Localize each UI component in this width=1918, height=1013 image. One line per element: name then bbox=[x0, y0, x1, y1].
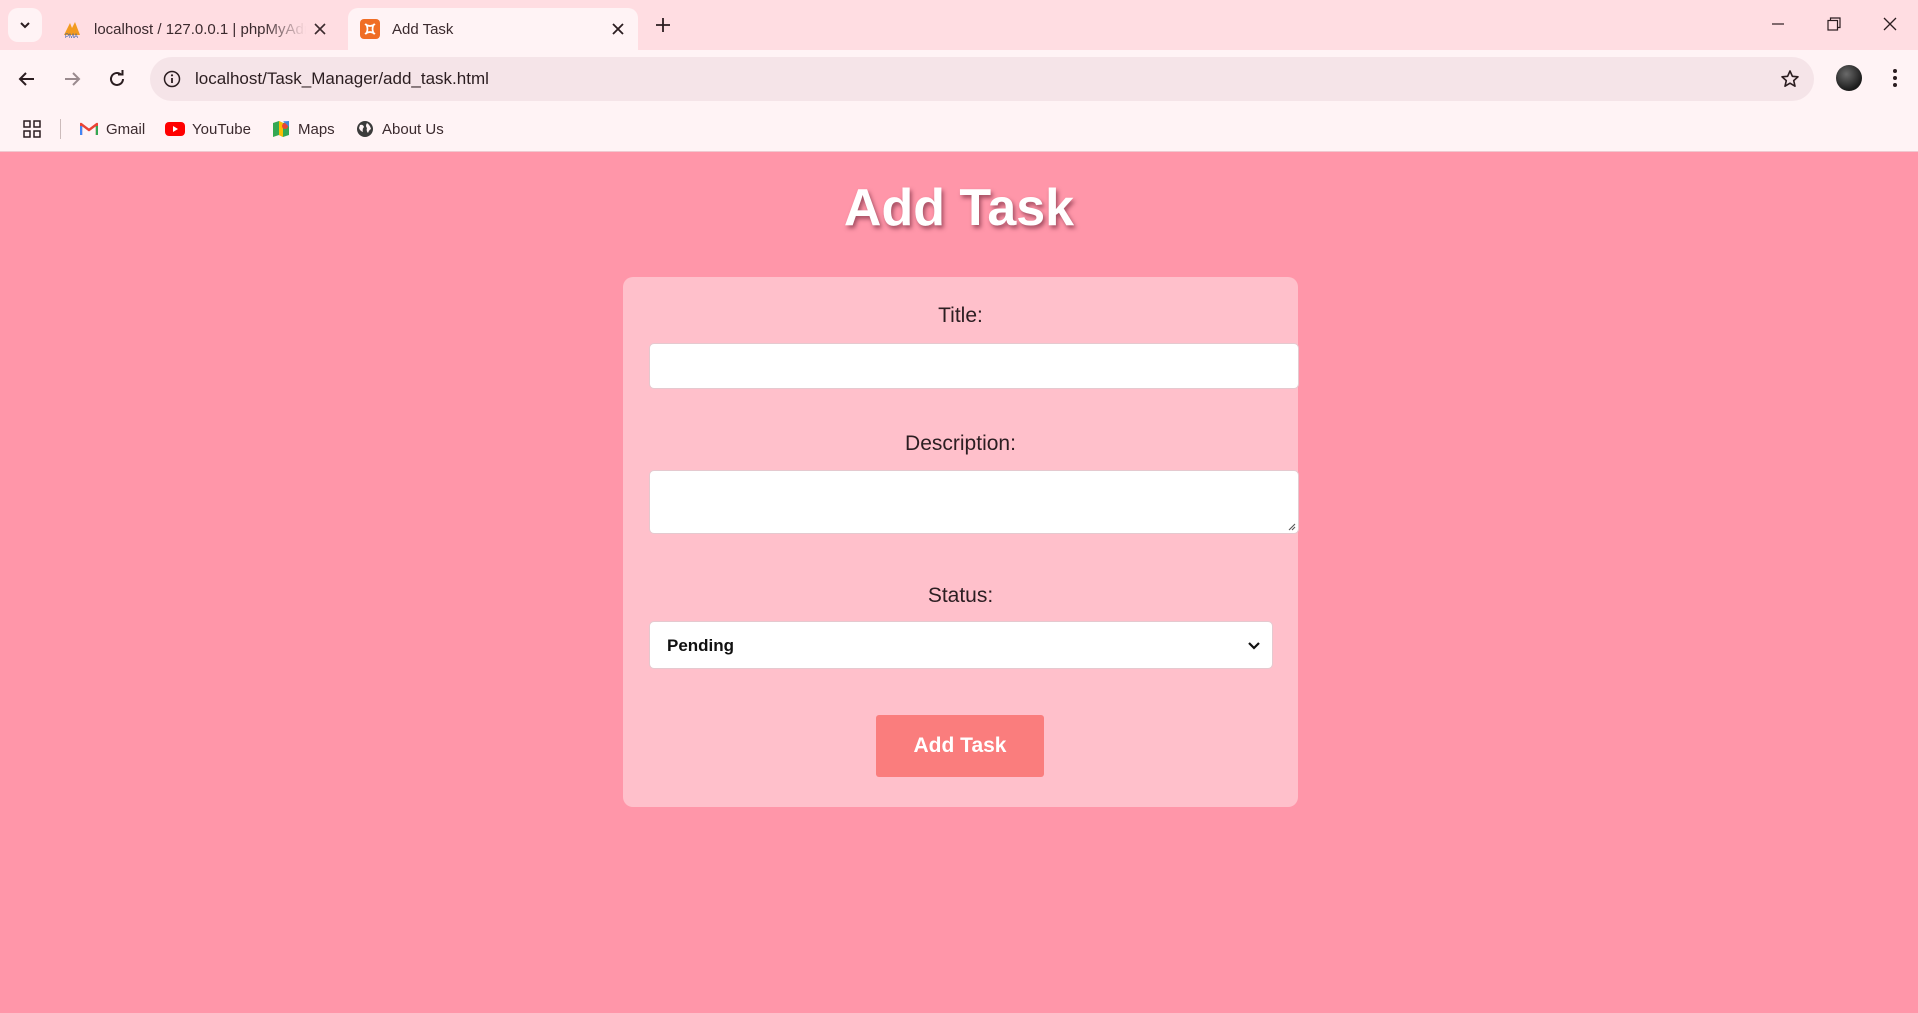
back-button[interactable] bbox=[9, 61, 45, 97]
profile-avatar[interactable] bbox=[1836, 65, 1862, 91]
tab-phpmyadmin[interactable]: PMA localhost / 127.0.0.1 | phpMyAdmin bbox=[50, 8, 340, 50]
resize-grip-icon[interactable] bbox=[1286, 521, 1296, 531]
globe-icon bbox=[355, 119, 375, 139]
tab-search-button[interactable] bbox=[8, 8, 42, 42]
restore-icon bbox=[1827, 17, 1841, 31]
close-window-button[interactable] bbox=[1862, 0, 1918, 48]
tab-title: localhost / 127.0.0.1 | phpMyAdmin bbox=[94, 20, 306, 38]
add-task-button[interactable]: Add Task bbox=[876, 715, 1044, 777]
chevron-down-icon bbox=[1248, 642, 1260, 650]
apps-grid-icon[interactable] bbox=[20, 117, 44, 141]
bookmark-label: Gmail bbox=[106, 120, 146, 138]
phpmyadmin-icon: PMA bbox=[64, 22, 80, 39]
bookmark-gmail[interactable]: Gmail bbox=[79, 114, 145, 144]
page-title: Add Task bbox=[843, 179, 1075, 237]
close-tab-icon[interactable] bbox=[306, 15, 334, 43]
forward-button[interactable] bbox=[54, 61, 90, 97]
bookmark-label: About Us bbox=[382, 120, 444, 138]
bookmark-star-icon[interactable] bbox=[1778, 67, 1802, 91]
close-icon bbox=[1883, 17, 1897, 31]
restore-button[interactable] bbox=[1806, 0, 1862, 48]
gmail-icon bbox=[79, 119, 99, 139]
bookmarks-bar: Gmail YouTube Maps About Us bbox=[0, 108, 1918, 152]
more-vert-icon bbox=[1893, 69, 1897, 87]
bookmark-about-us[interactable]: About Us bbox=[355, 114, 444, 144]
minimize-icon bbox=[1772, 23, 1784, 25]
url-text: localhost/Task_Manager/add_task.html bbox=[195, 69, 489, 88]
reload-icon bbox=[110, 70, 124, 86]
status-selected-value: Pending bbox=[667, 636, 735, 655]
bookmark-maps[interactable]: Maps bbox=[271, 114, 335, 144]
close-tab-icon[interactable] bbox=[604, 15, 632, 43]
tab-title: Add Task bbox=[392, 20, 454, 38]
chevron-down-icon bbox=[20, 22, 30, 29]
arrow-right-icon bbox=[65, 72, 81, 86]
reload-button[interactable] bbox=[99, 61, 135, 97]
add-task-form: Title: Description: Status: Pending Add … bbox=[623, 277, 1299, 807]
description-textarea[interactable] bbox=[649, 470, 1299, 534]
minimize-button[interactable] bbox=[1750, 0, 1806, 48]
bookmark-youtube[interactable]: YouTube bbox=[165, 114, 251, 144]
xampp-icon bbox=[360, 19, 380, 39]
title-input[interactable] bbox=[649, 343, 1299, 389]
site-info-icon[interactable] bbox=[160, 67, 184, 91]
status-label: Status: bbox=[927, 584, 994, 607]
youtube-icon bbox=[165, 119, 185, 139]
tab-strip: PMA localhost / 127.0.0.1 | phpMyAdmin A… bbox=[0, 0, 1918, 50]
title-label: Title: bbox=[938, 304, 983, 327]
bookmark-label: Maps bbox=[298, 120, 335, 138]
status-select[interactable]: Pending bbox=[649, 621, 1273, 669]
browser-toolbar: localhost/Task_Manager/add_task.html bbox=[0, 50, 1918, 108]
arrow-left-icon bbox=[18, 72, 34, 86]
tab-add-task[interactable]: Add Task bbox=[348, 8, 638, 50]
svg-text:PMA: PMA bbox=[65, 34, 78, 39]
maps-icon bbox=[271, 119, 291, 139]
address-bar[interactable]: localhost/Task_Manager/add_task.html bbox=[150, 57, 1814, 101]
bookmarks-divider bbox=[60, 119, 61, 139]
bookmark-label: YouTube bbox=[192, 120, 251, 138]
description-label: Description: bbox=[905, 432, 1016, 455]
new-tab-button[interactable] bbox=[648, 10, 678, 40]
plus-icon bbox=[656, 18, 670, 32]
browser-menu-button[interactable] bbox=[1880, 63, 1910, 93]
